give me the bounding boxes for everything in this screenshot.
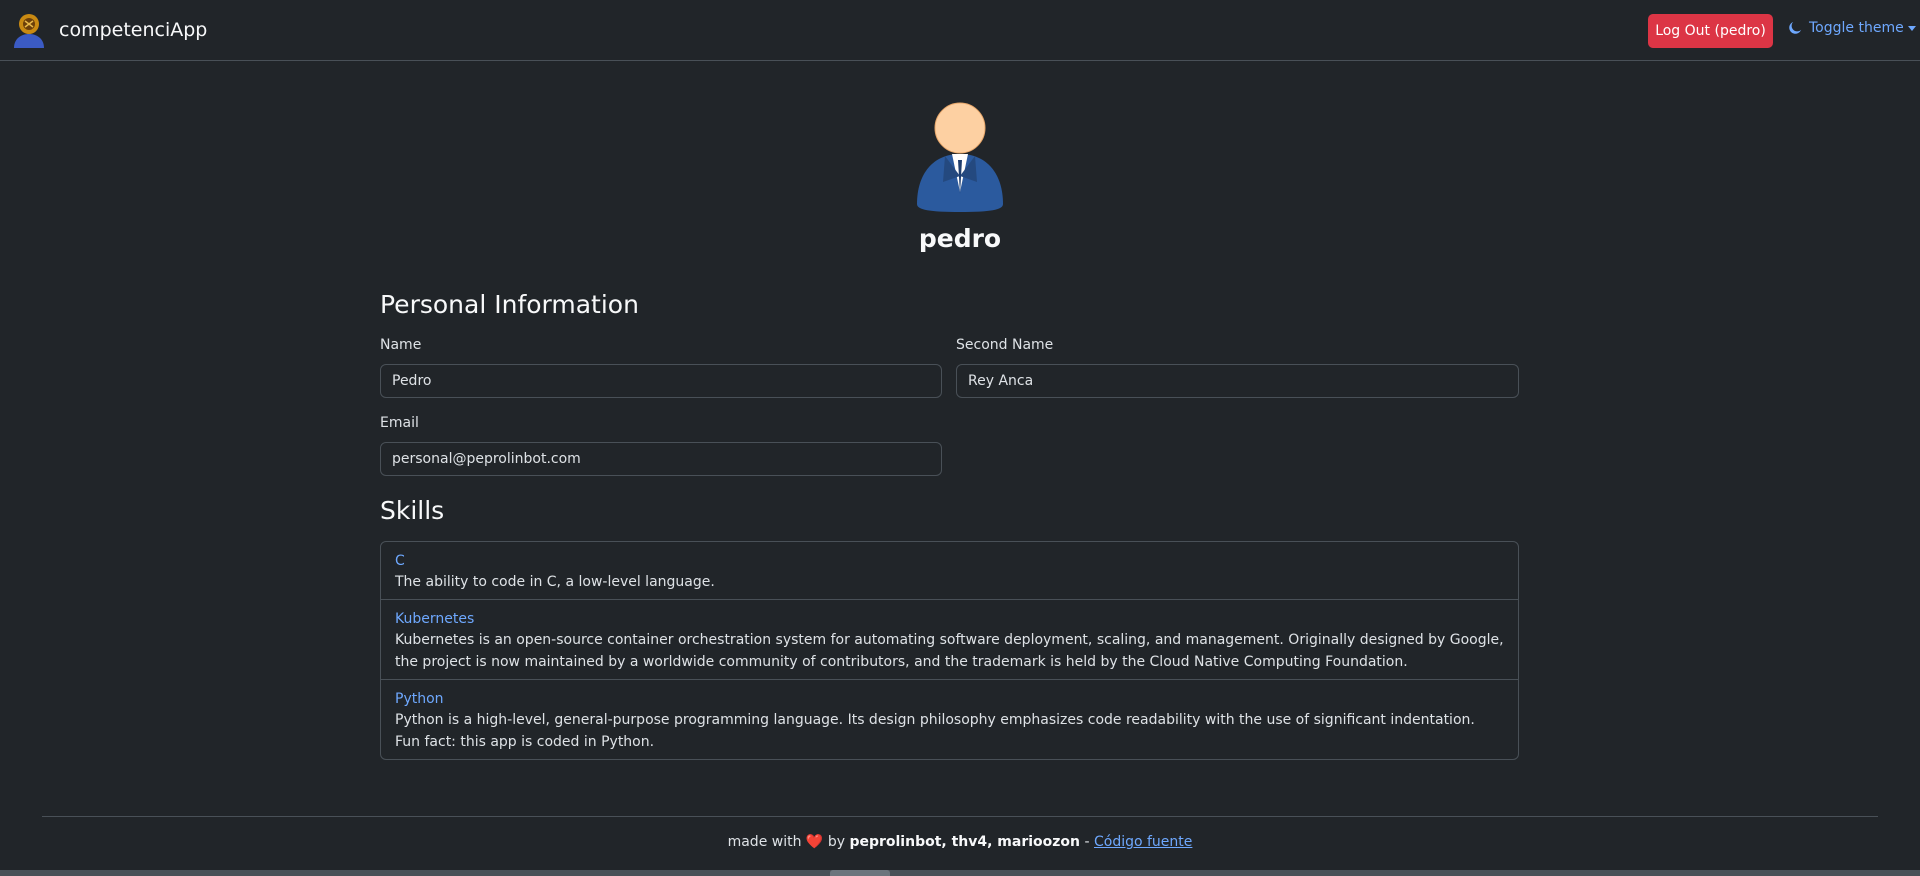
scrollbar-thumb[interactable] [830,870,890,876]
footer-divider [42,816,1878,817]
moon-icon [1789,21,1802,34]
brand-name[interactable]: competenciApp [59,19,207,41]
profile-username: pedro [918,224,1002,253]
heart-icon: ❤️ [805,834,824,850]
footer-by: by [827,834,845,850]
footer-made-with: made with [727,834,802,850]
source-code-link[interactable]: Código fuente [1094,834,1192,850]
skills-list: C The ability to code in C, a low-level … [380,541,1519,760]
name-label: Name [380,337,422,353]
personal-info-heading: Personal Information [380,290,639,319]
skill-link-c[interactable]: C [395,551,1504,571]
footer: made with ❤️ by peprolinbot, thv4, mario… [0,834,1920,850]
list-item: Python Python is a high-level, general-p… [381,679,1518,759]
second-name-label: Second Name [956,337,1054,353]
skill-description: Python is a high-level, general-purpose … [395,712,1475,750]
logout-button[interactable]: Log Out (pedro) [1648,14,1773,48]
footer-separator: - [1084,834,1090,850]
brand[interactable]: competenciApp [12,12,207,48]
theme-toggle-label: Toggle theme [1809,20,1904,36]
app-logo-icon [14,14,44,48]
email-label: Email [380,415,419,431]
name-field[interactable] [380,364,942,398]
skill-description: Kubernetes is an open-source container o… [395,632,1504,670]
horizontal-scrollbar[interactable] [0,870,1920,876]
email-field[interactable] [380,442,942,476]
caret-down-icon [1907,25,1916,31]
footer-authors: peprolinbot, thv4, marioozon [849,834,1081,850]
skills-heading: Skills [380,496,445,525]
second-name-field[interactable] [956,364,1519,398]
list-item: C The ability to code in C, a low-level … [381,542,1518,599]
navbar: competenciApp Log Out (pedro) Toggle the… [0,0,1920,61]
skill-description: The ability to code in C, a low-level la… [395,574,715,590]
list-item: Kubernetes Kubernetes is an open-source … [381,599,1518,679]
theme-toggle-dropdown[interactable]: Toggle theme [1788,20,1916,36]
user-avatar-icon [917,102,1003,212]
skill-link-kubernetes[interactable]: Kubernetes [395,609,1504,629]
skill-link-python[interactable]: Python [395,689,1504,709]
